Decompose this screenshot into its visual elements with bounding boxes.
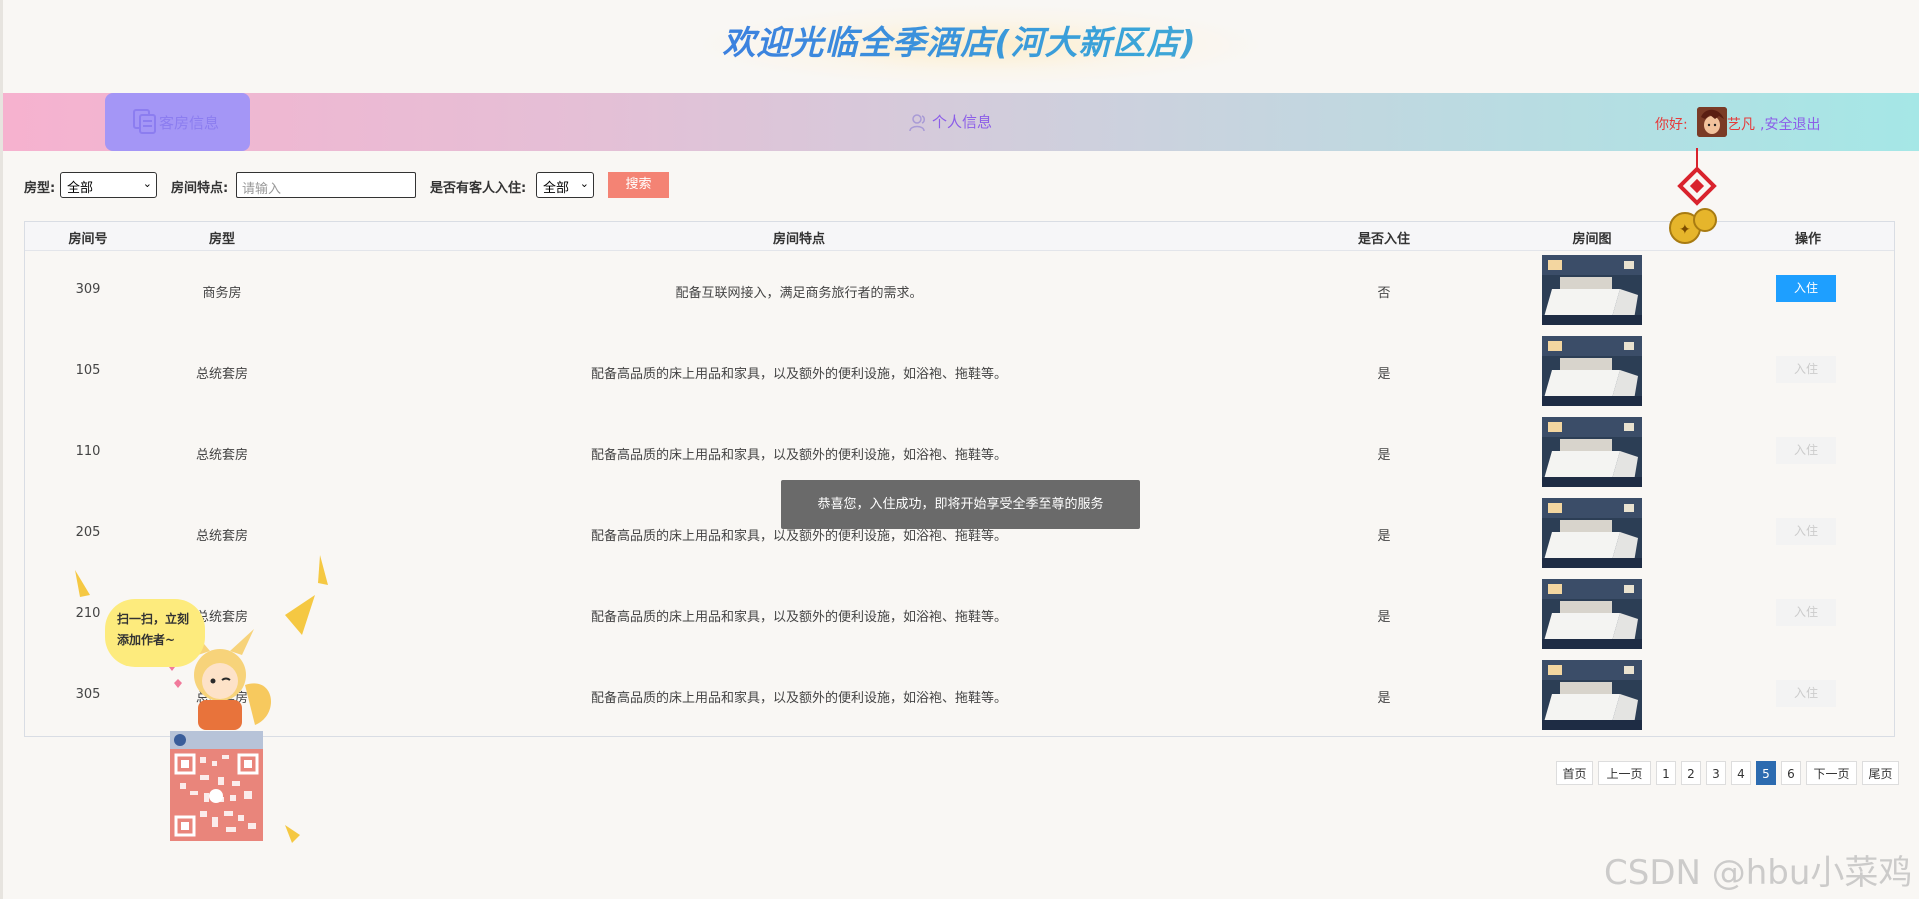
- chevron-down-icon: ⌄: [579, 177, 589, 190]
- page-next[interactable]: 下一页: [1806, 761, 1857, 785]
- table-row: 309 商务房 配备互联网接入，满足商务旅行者的需求。 否 入住: [25, 250, 1894, 331]
- room-image: [1542, 579, 1642, 649]
- cell-room-no: 309: [75, 282, 101, 297]
- room-image: [1542, 660, 1642, 730]
- checkin-button: 入住: [1776, 356, 1836, 383]
- checkin-button: 入住: [1776, 599, 1836, 626]
- search-button[interactable]: 搜索: [608, 172, 669, 198]
- occupied-label: 是否有客人入住:: [430, 181, 527, 196]
- page-prev[interactable]: 上一页: [1598, 761, 1651, 785]
- chevron-down-icon: ⌄: [142, 177, 152, 190]
- occupied-select[interactable]: 全部 ⌄: [536, 172, 594, 198]
- nav-item-personal[interactable]: 个人信息: [908, 111, 992, 134]
- page-5-current[interactable]: 5: [1756, 761, 1776, 785]
- col-action: 操作: [1794, 232, 1822, 247]
- col-room-no: 房间号: [68, 232, 108, 247]
- room-type-value: 全部: [67, 181, 94, 196]
- promo-bubble: 扫一扫，立刻 添加作者~: [105, 599, 205, 667]
- chinese-knot-ornament-icon: ✦: [1669, 148, 1717, 244]
- feature-input[interactable]: 请输入: [236, 172, 416, 198]
- qr-code[interactable]: [170, 731, 263, 841]
- page-first[interactable]: 首页: [1556, 761, 1593, 785]
- rooms-icon: [133, 109, 156, 134]
- col-room-type: 房型: [208, 232, 236, 247]
- cell-occupied: 是: [1377, 448, 1391, 463]
- col-occupied: 是否入住: [1357, 232, 1411, 247]
- page-3[interactable]: 3: [1706, 761, 1726, 785]
- nav-item-rooms[interactable]: 客房信息: [105, 93, 250, 151]
- room-image: [1542, 417, 1642, 487]
- room-image: [1542, 498, 1642, 568]
- checkin-button[interactable]: 入住: [1776, 275, 1836, 302]
- greeting-text: 你好:: [1655, 117, 1688, 133]
- room-type-label: 房型:: [24, 181, 56, 196]
- cell-occupied: 是: [1377, 691, 1391, 706]
- promo-line-2: 添加作者~: [117, 633, 176, 647]
- author-promo: 扫一扫，立刻 添加作者~: [70, 555, 330, 845]
- room-image: [1542, 255, 1642, 325]
- cell-room-no: 105: [75, 363, 101, 378]
- nav-personal-label: 个人信息: [932, 113, 993, 131]
- cell-occupied: 否: [1377, 286, 1391, 301]
- page-title: 欢迎光临全季酒店(河大新区店): [0, 16, 1919, 64]
- cell-feature: 配备高品质的床上用品和家具，以及额外的便利设施，如浴袍、拖鞋等。: [590, 610, 1008, 625]
- top-navbar: 客房信息 个人信息 你好: 艺凡 ,安全退出: [3, 93, 1919, 151]
- success-toast: 恭喜您，入住成功，即将开始享受全季至尊的服务: [781, 480, 1140, 529]
- cell-occupied: 是: [1377, 367, 1391, 382]
- cell-feature: 配备互联网接入，满足商务旅行者的需求。: [675, 286, 923, 301]
- svg-text:✦: ✦: [1679, 222, 1691, 238]
- col-room-image: 房间图: [1572, 232, 1612, 247]
- cell-feature: 配备高品质的床上用品和家具，以及额外的便利设施，如浴袍、拖鞋等。: [590, 448, 1008, 463]
- feature-label: 房间特点:: [171, 181, 229, 196]
- page-6[interactable]: 6: [1781, 761, 1801, 785]
- checkin-button: 入住: [1776, 680, 1836, 707]
- promo-line-1: 扫一扫，立刻: [117, 612, 190, 626]
- page-4[interactable]: 4: [1731, 761, 1751, 785]
- cell-room-type: 总统套房: [195, 529, 249, 544]
- cell-room-type: 总统套房: [195, 448, 249, 463]
- page-2[interactable]: 2: [1681, 761, 1701, 785]
- logout-link[interactable]: ,安全退出: [1760, 114, 1820, 134]
- table-row: 105 总统套房 配备高品质的床上用品和家具，以及额外的便利设施，如浴袍、拖鞋等。 是…: [25, 331, 1894, 412]
- user-icon: [909, 113, 925, 131]
- cell-feature: 配备高品质的床上用品和家具，以及额外的便利设施，如浴袍、拖鞋等。: [590, 367, 1008, 382]
- page-1[interactable]: 1: [1656, 761, 1676, 785]
- table-header: 房间号 房型 房间特点 是否入住 房间图 操作: [25, 222, 1894, 251]
- avatar[interactable]: [1697, 107, 1727, 137]
- cell-room-no: 205: [75, 525, 101, 540]
- page-last[interactable]: 尾页: [1862, 761, 1899, 785]
- col-feature: 房间特点: [772, 232, 826, 247]
- cell-feature: 配备高品质的床上用品和家具，以及额外的便利设施，如浴袍、拖鞋等。: [590, 691, 1008, 706]
- checkin-button: 入住: [1776, 518, 1836, 545]
- checkin-button: 入住: [1776, 437, 1836, 464]
- cell-room-type: 商务房: [202, 286, 242, 301]
- occupied-value: 全部: [543, 181, 570, 196]
- csdn-watermark: CSDN @hbu小菜鸡: [1604, 853, 1913, 893]
- cell-room-type: 总统套房: [195, 367, 249, 382]
- nav-rooms-label: 客房信息: [159, 114, 220, 132]
- cell-room-no: 110: [75, 444, 101, 459]
- feature-placeholder: 请输入: [242, 182, 282, 197]
- username-link[interactable]: 艺凡: [1727, 114, 1755, 134]
- room-image: [1542, 336, 1642, 406]
- room-type-select[interactable]: 全部 ⌄: [60, 172, 157, 198]
- cell-occupied: 是: [1377, 610, 1391, 625]
- cell-occupied: 是: [1377, 529, 1391, 544]
